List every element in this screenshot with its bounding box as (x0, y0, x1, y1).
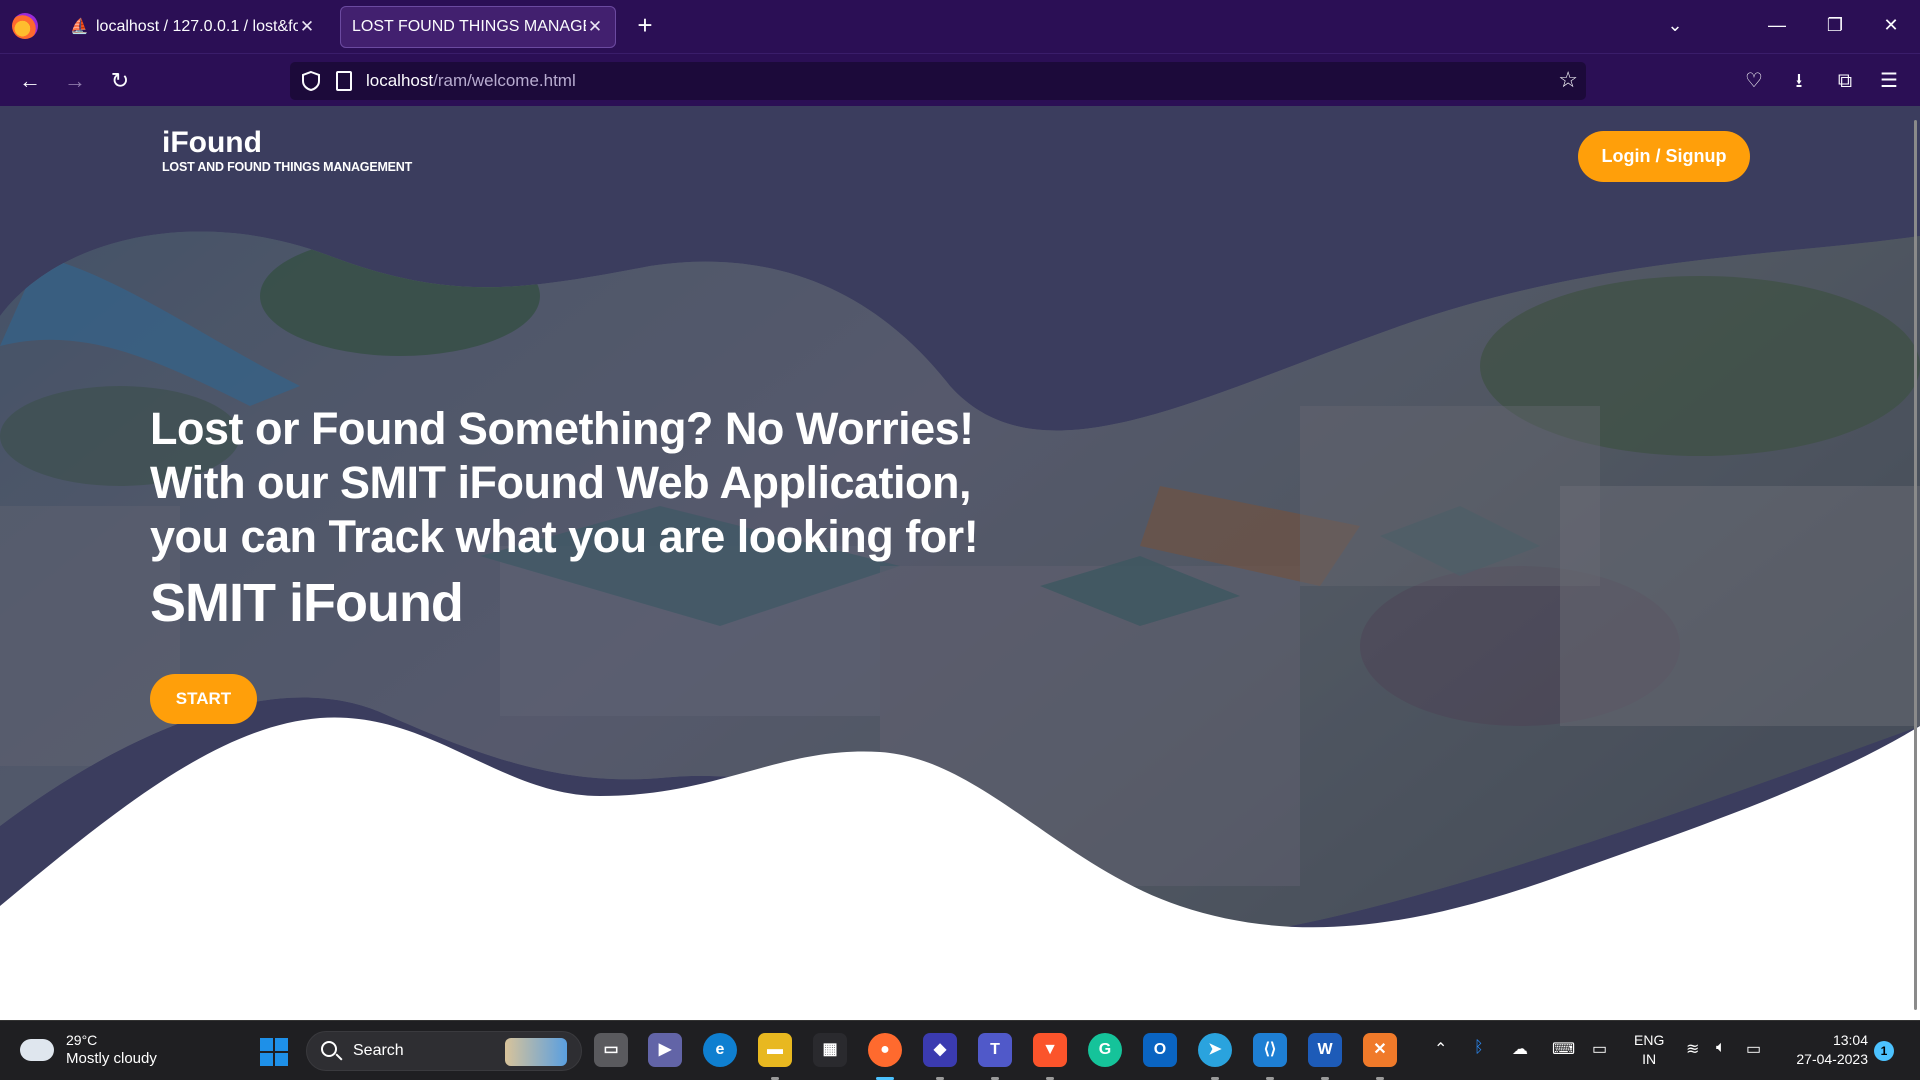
volume-icon[interactable]: 🔈︎ (1716, 1039, 1726, 1057)
task-view-icon[interactable]: ▭ (594, 1033, 628, 1067)
login-signup-button[interactable]: Login / Signup (1578, 131, 1750, 182)
extensions-icon[interactable]: ⧉ (1831, 67, 1859, 95)
close-icon[interactable]: ✕ (586, 17, 604, 37)
show-hidden-icons-icon[interactable]: ⌃ (1434, 1039, 1447, 1059)
minimize-icon[interactable]: — (1762, 10, 1792, 40)
display-icon[interactable]: ▭ (1592, 1039, 1607, 1059)
word-icon[interactable]: W (1308, 1033, 1342, 1080)
notification-badge[interactable]: 1 (1874, 1041, 1894, 1061)
list-all-tabs-icon[interactable]: ⌄ (1660, 10, 1690, 40)
hero-headline: Lost or Found Something? No Worries! Wit… (150, 402, 979, 564)
brave-icon[interactable]: ▼ (1033, 1033, 1067, 1080)
clock[interactable]: 13:04 27-04-2023 (1786, 1031, 1868, 1069)
shield-icon[interactable] (300, 70, 322, 92)
url-bar[interactable]: localhost/ram/welcome.html ☆ (290, 62, 1586, 100)
tab-lost-found[interactable]: LOST FOUND THINGS MANAGEMENT ✕ (340, 6, 616, 48)
battery-icon[interactable]: ▭ (1746, 1039, 1761, 1059)
teams-icon[interactable]: T (978, 1033, 1012, 1080)
browser-tab-bar: ⛵ localhost / 127.0.0.1 / lost&found ✕ L… (0, 0, 1920, 53)
page-scrollbar[interactable] (1914, 120, 1917, 1010)
restore-icon[interactable]: ❐ (1820, 10, 1850, 40)
weather-temp: 29°C (66, 1032, 98, 1048)
bing-chat-icon[interactable]: ◆ (923, 1033, 957, 1080)
firefox-icon[interactable] (12, 13, 38, 39)
back-icon[interactable]: ← (16, 67, 44, 95)
new-tab-button[interactable]: + (632, 12, 658, 39)
edge-icon[interactable]: e (703, 1033, 737, 1067)
search-highlight-art (505, 1038, 567, 1066)
window-close-icon[interactable]: ✕ (1876, 10, 1906, 40)
forward-icon[interactable]: → (61, 67, 89, 95)
tab-label: localhost / 127.0.0.1 / lost&found (96, 18, 298, 35)
windows-taskbar: 29°C Mostly cloudy Search ▭ ▶ e ▬ ▦ ● ◆ … (0, 1020, 1920, 1080)
page-icon (336, 71, 352, 91)
weather-widget[interactable]: 29°C Mostly cloudy (16, 1031, 157, 1068)
file-explorer-icon[interactable]: ▬ (758, 1033, 792, 1080)
weather-condition: Mostly cloudy (66, 1050, 157, 1067)
microsoft-store-icon[interactable]: ▦ (813, 1033, 847, 1067)
start-button[interactable]: START (150, 674, 257, 724)
clock-time: 13:04 (1832, 1032, 1868, 1048)
onedrive-icon[interactable]: ☁ (1512, 1039, 1528, 1059)
downloads-icon[interactable]: ⭳ (1785, 67, 1813, 95)
language-indicator[interactable]: ENG IN (1634, 1031, 1664, 1069)
weather-cloud-icon (16, 1032, 54, 1061)
hero-brand-name: SMIT iFound (150, 573, 464, 633)
brand-title: iFound (162, 126, 262, 159)
browser-nav-bar: ← → ↻ localhost/ram/welcome.html ☆ ♡ ⭳ ⧉… (0, 53, 1920, 106)
headline-line: you can Track what you are looking for! (150, 511, 979, 562)
url-text[interactable]: localhost/ram/welcome.html (366, 71, 576, 91)
reload-icon[interactable]: ↻ (106, 67, 134, 95)
keyboard-icon[interactable]: ⌨ (1552, 1039, 1575, 1059)
brand-subtitle: LOST AND FOUND THINGS MANAGEMENT (162, 160, 413, 174)
search-label: Search (353, 1042, 404, 1059)
web-page: iFound LOST AND FOUND THINGS MANAGEMENT … (0, 106, 1920, 1020)
wifi-icon[interactable]: ≋ (1686, 1039, 1699, 1059)
tab-phpmyadmin[interactable]: ⛵ localhost / 127.0.0.1 / lost&found ✕ (58, 6, 328, 48)
bluetooth-icon[interactable]: ᛒ (1474, 1039, 1484, 1057)
taskbar-search[interactable]: Search (306, 1031, 582, 1071)
pocket-icon[interactable]: ♡ (1740, 67, 1768, 95)
grammarly-icon[interactable]: G (1088, 1033, 1122, 1067)
windows-start-icon[interactable] (260, 1038, 288, 1066)
tab-label: LOST FOUND THINGS MANAGEMENT (352, 18, 586, 35)
headline-line: With our SMIT iFound Web Application, (150, 457, 972, 508)
search-icon (321, 1041, 337, 1057)
outlook-icon[interactable]: O (1143, 1033, 1177, 1067)
close-icon[interactable]: ✕ (298, 17, 316, 37)
firefox-taskbar-icon[interactable]: ● (868, 1033, 902, 1080)
hero-section: iFound LOST AND FOUND THINGS MANAGEMENT … (0, 106, 1920, 1020)
phpmyadmin-icon: ⛵ (70, 18, 89, 35)
brand-logo[interactable]: iFound LOST AND FOUND THINGS MANAGEMENT (162, 126, 412, 174)
clock-date: 27-04-2023 (1796, 1051, 1868, 1067)
headline-line: Lost or Found Something? No Worries! (150, 403, 974, 454)
telegram-icon[interactable]: ➤ (1198, 1033, 1232, 1080)
xampp-icon[interactable]: ✕ (1363, 1033, 1397, 1080)
teams-chat-icon[interactable]: ▶ (648, 1033, 682, 1067)
bookmark-star-icon[interactable]: ☆ (1558, 67, 1578, 93)
menu-icon[interactable]: ☰ (1875, 67, 1903, 95)
vscode-icon[interactable]: ⟨⟩ (1253, 1033, 1287, 1080)
